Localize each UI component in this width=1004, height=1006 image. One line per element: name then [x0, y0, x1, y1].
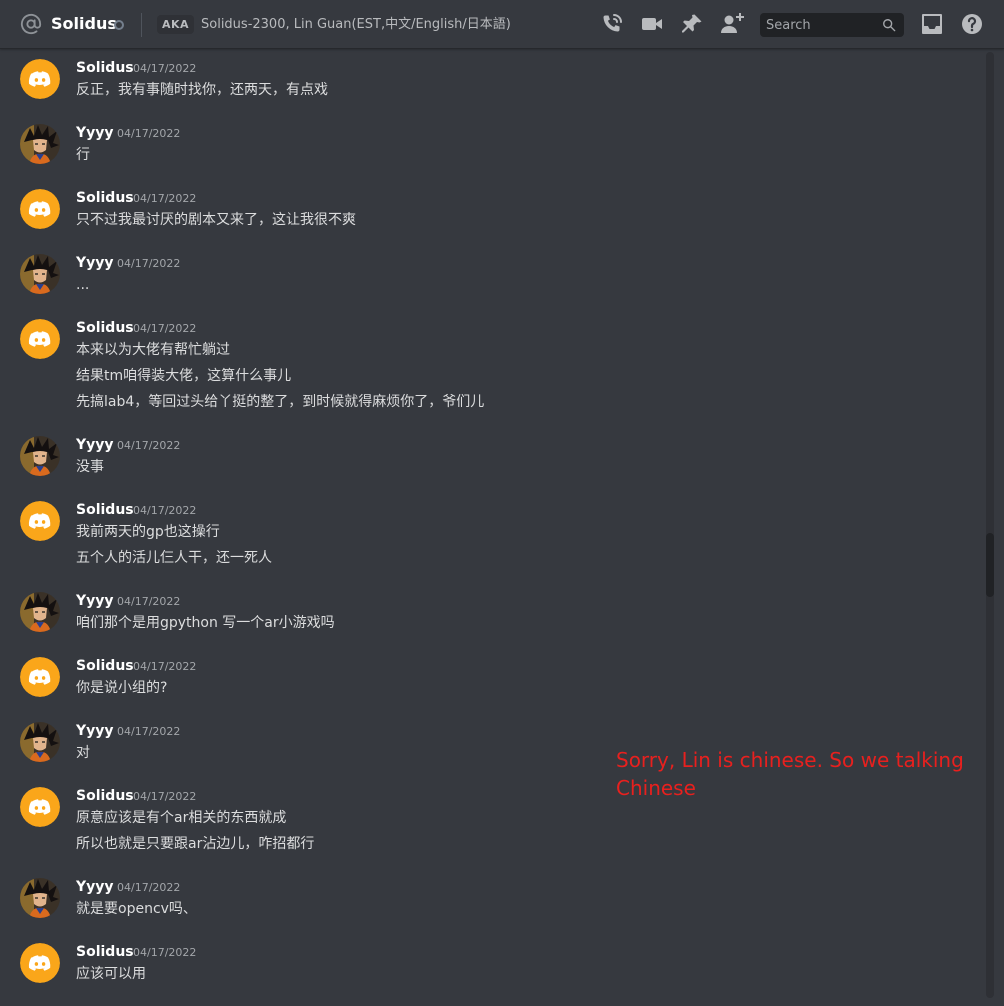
message-author[interactable]: Yyyy	[76, 124, 114, 142]
search-icon	[883, 19, 896, 32]
message-author[interactable]: Solidus	[76, 59, 134, 77]
message-timestamp: 04/17/2022	[133, 322, 197, 335]
message-timestamp: 04/17/2022	[117, 439, 181, 452]
message-timestamp: 04/17/2022	[133, 192, 197, 205]
message-text: 我前两天的gp也这操行	[76, 524, 220, 540]
message-text: 没事	[76, 459, 104, 475]
message-text: 所以也就是只要跟ar沾边儿，咋招都行	[76, 836, 315, 852]
message-author[interactable]: Yyyy	[76, 592, 114, 610]
message-author[interactable]: Yyyy	[76, 436, 114, 454]
message-timestamp: 04/17/2022	[133, 504, 197, 517]
message-author[interactable]: Solidus	[76, 319, 134, 337]
message-author[interactable]: Solidus	[76, 657, 134, 675]
avatar-yyyy[interactable]	[20, 722, 60, 762]
message-text: 应该可以用	[76, 966, 146, 982]
message-text: 对	[76, 745, 90, 761]
search-bar[interactable]	[760, 13, 904, 37]
offline-status-icon	[114, 20, 124, 30]
avatar-solidus[interactable]	[20, 189, 60, 229]
message-text: 行	[76, 147, 90, 163]
message-timestamp: 04/17/2022	[117, 725, 181, 738]
message-author[interactable]: Solidus	[76, 787, 134, 805]
search-input[interactable]	[760, 13, 878, 37]
inbox-icon[interactable]	[920, 12, 944, 36]
avatar-yyyy[interactable]	[20, 436, 60, 476]
dm-recipient-name: Solidus	[51, 14, 117, 33]
avatar-solidus[interactable]	[20, 943, 60, 983]
message-timestamp: 04/17/2022	[133, 660, 197, 673]
message-text: 咱们那个是用gpython 写一个ar小游戏吗	[76, 615, 335, 631]
scrollbar-thumb[interactable]	[986, 533, 994, 597]
message-timestamp: 04/17/2022	[117, 257, 181, 270]
message-author[interactable]: Yyyy	[76, 254, 114, 272]
at-icon	[20, 13, 42, 35]
avatar-solidus[interactable]	[20, 657, 60, 697]
avatar-yyyy[interactable]	[20, 254, 60, 294]
message-author[interactable]: Yyyy	[76, 878, 114, 896]
avatar-solidus[interactable]	[20, 501, 60, 541]
message-text: 原意应该是有个ar相关的东西就成	[76, 810, 287, 826]
message-author[interactable]: Yyyy	[76, 722, 114, 740]
message-text: ...	[76, 277, 90, 293]
header-divider	[141, 13, 142, 37]
avatar-solidus[interactable]	[20, 319, 60, 359]
message-text: 反正，我有事随时找你，还两天，有点戏	[76, 82, 328, 98]
pinned-messages-icon[interactable]	[680, 12, 704, 36]
add-friends-to-dm-icon[interactable]	[720, 12, 744, 36]
message-text: 你是说小组的?	[76, 680, 168, 696]
message-author[interactable]: Solidus	[76, 189, 134, 207]
avatar-yyyy[interactable]	[20, 878, 60, 918]
message-timestamp: 04/17/2022	[133, 946, 197, 959]
dm-window: Solidus AKA Solidus-2300, Lin Guan(EST,中…	[0, 0, 1004, 1006]
message-text: 先搞lab4，等回过头给丫挺的整了，到时候就得麻烦你了，爷们儿	[76, 394, 485, 410]
help-icon[interactable]	[960, 12, 984, 36]
aka-names: Solidus-2300, Lin Guan(EST,中文/English/日本…	[201, 17, 511, 32]
message-timestamp: 04/17/2022	[117, 127, 181, 140]
avatar-solidus[interactable]	[20, 787, 60, 827]
message-text: 五个人的活儿仨人干，还一死人	[76, 550, 272, 566]
message-list: Solidus 04/17/2022 反正，我有事随时找你，还两天，有点戏 Yyyy 0…	[0, 50, 984, 1006]
message-text: 结果tm咱得装大佬，这算什么事儿	[76, 368, 292, 384]
annotation-text: Sorry, Lin is chinese. So we talking Chi…	[616, 748, 964, 800]
message-text: 就是要opencv吗、	[76, 901, 197, 917]
message-author[interactable]: Solidus	[76, 943, 134, 961]
message-timestamp: 04/17/2022	[133, 790, 197, 803]
scrollbar-track[interactable]	[986, 52, 994, 998]
message-author[interactable]: Solidus	[76, 501, 134, 519]
message-timestamp: 04/17/2022	[117, 595, 181, 608]
message-text: 本来以为大佬有帮忙躺过	[76, 342, 230, 358]
avatar-yyyy[interactable]	[20, 124, 60, 164]
avatar-solidus[interactable]	[20, 59, 60, 99]
aka-badge: AKA	[157, 15, 195, 34]
message-timestamp: 04/17/2022	[117, 881, 181, 894]
avatar-yyyy[interactable]	[20, 592, 60, 632]
message-timestamp: 04/17/2022	[133, 62, 197, 75]
channel-header: Solidus AKA Solidus-2300, Lin Guan(EST,中…	[0, 0, 1004, 49]
start-voice-call-icon[interactable]	[600, 12, 624, 36]
start-video-call-icon[interactable]	[640, 12, 664, 36]
message-text: 只不过我最讨厌的剧本又来了，这让我很不爽	[76, 212, 356, 228]
